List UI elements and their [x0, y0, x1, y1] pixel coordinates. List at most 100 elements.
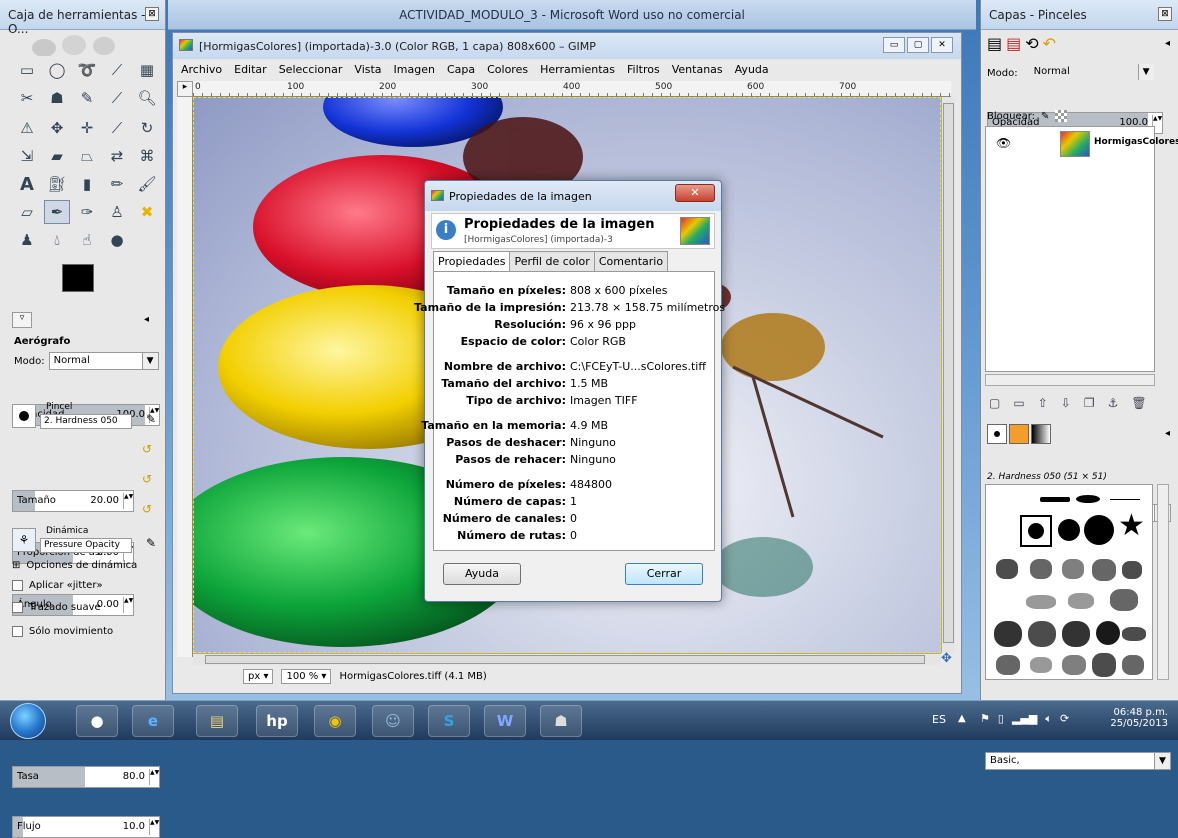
measure-icon[interactable]: ⚠︎ — [14, 116, 40, 140]
brush-item[interactable] — [1122, 627, 1146, 641]
motion-only-checkbox[interactable]: Sólo movimiento — [12, 626, 113, 637]
dialog-close-icon[interactable]: ✕ — [675, 184, 715, 202]
brush-preview[interactable] — [12, 404, 36, 428]
angle-spinner[interactable]: ▲▼ — [123, 597, 133, 613]
blur-icon[interactable]: 💧︎ — [44, 228, 70, 252]
size-spinner[interactable]: ▲▼ — [123, 493, 133, 509]
perspective-clone-icon[interactable]: ♟ — [14, 228, 40, 252]
brush-item[interactable] — [1110, 499, 1140, 500]
bucket-fill-icon[interactable]: ⛽︎ — [44, 172, 70, 196]
color-select-icon[interactable]: ▦ — [134, 58, 160, 82]
chrome-icon[interactable]: ◉ — [314, 705, 356, 737]
start-button[interactable] — [10, 703, 46, 739]
tab-propiedades[interactable]: Propiedades — [433, 251, 511, 272]
tab-perfil-de-color[interactable]: Perfil de color — [509, 251, 595, 272]
selected-brush-item[interactable] — [1020, 515, 1052, 547]
smooth-box[interactable] — [12, 602, 23, 613]
jitter-box[interactable] — [12, 580, 23, 591]
rate-spinner[interactable]: ▲▼ — [149, 769, 159, 785]
layer-list-scrollbar[interactable] — [985, 374, 1155, 386]
rotate-icon[interactable]: ↻ — [134, 116, 160, 140]
jitter-checkbox[interactable]: Aplicar «jitter» — [12, 580, 103, 591]
brush-item[interactable] — [1092, 653, 1116, 677]
paths-tab-icon[interactable]: ⟲ — [1025, 34, 1038, 53]
dynamics-field[interactable]: Pressure Opacity — [40, 538, 132, 553]
unit-select[interactable]: px ▾ — [243, 669, 274, 684]
free-select-icon[interactable]: ➰ — [74, 58, 100, 82]
clone-icon[interactable]: ♙ — [104, 200, 130, 224]
sync-icon[interactable]: ⟳ — [1060, 712, 1069, 726]
lock-pixels-icon[interactable]: ✎ — [1041, 111, 1049, 122]
undo-tab-icon[interactable]: ↶ — [1043, 34, 1056, 53]
menu-ayuda[interactable]: Ayuda — [735, 63, 769, 76]
edit-brush-icon[interactable]: ✎ — [146, 412, 156, 426]
perspective-icon[interactable]: ⏢ — [74, 144, 100, 168]
reset-angle-icon[interactable]: ↺ — [142, 502, 152, 516]
dynamics-options-expander[interactable]: ⊞ Opciones de dinámica — [12, 560, 137, 571]
brushes-menu-icon[interactable]: ◂ — [1165, 428, 1170, 439]
fuzzy-select-icon[interactable]: ⟋ — [104, 58, 130, 82]
gradients-tab-icon[interactable] — [1031, 424, 1051, 444]
word-icon[interactable]: W — [484, 705, 526, 737]
vertical-scrollbar[interactable] — [941, 97, 955, 653]
layer-name[interactable]: HormigasColores.t — [1094, 137, 1178, 147]
media-center-icon[interactable]: ● — [76, 705, 118, 737]
brush-item[interactable] — [1092, 559, 1116, 581]
menu-ventanas[interactable]: Ventanas — [672, 63, 723, 76]
ink-icon[interactable]: ✑ — [74, 200, 100, 224]
dynamics-icon[interactable]: ⚘ — [12, 528, 36, 552]
size-slider[interactable]: Tamaño 20.00 ▲▼ — [12, 490, 134, 512]
battery-icon[interactable]: ▯ — [998, 712, 1004, 726]
channels-tab-icon[interactable]: ▤ — [1006, 34, 1021, 53]
layer-mode-select[interactable]: Normal ▼ — [1030, 64, 1154, 82]
maximize-icon[interactable]: ▢ — [907, 37, 929, 53]
menu-colores[interactable]: Colores — [487, 63, 528, 76]
brush-item[interactable] — [1122, 561, 1142, 579]
move-icon[interactable]: ✥ — [44, 116, 70, 140]
brush-grid-scrollbar[interactable] — [1157, 484, 1169, 680]
smooth-checkbox[interactable]: Trazado suave — [12, 602, 101, 613]
new-layer-icon[interactable]: ▢ — [989, 396, 1000, 410]
brush-item[interactable] — [1084, 515, 1114, 545]
color-swatches[interactable] — [60, 264, 108, 302]
brush-grid[interactable]: ★ — [985, 484, 1153, 680]
brush-preset-select[interactable]: Basic, ▼ — [985, 752, 1171, 770]
lower-layer-icon[interactable]: ⇩ — [1061, 396, 1071, 410]
brush-item[interactable] — [1040, 497, 1070, 502]
flip-icon[interactable]: ⇄ — [104, 144, 130, 168]
navigate-icon[interactable]: ✥ — [941, 651, 952, 666]
show-hidden-icons-icon[interactable]: ▲ — [958, 713, 966, 724]
reset-aspect-icon[interactable]: ↺ — [142, 472, 152, 486]
align-icon[interactable]: ✛ — [74, 116, 100, 140]
text-tool-icon[interactable]: A — [14, 172, 40, 196]
duplicate-layer-icon[interactable]: ❐ — [1084, 396, 1095, 410]
brush-item[interactable] — [1062, 655, 1086, 675]
messenger-icon[interactable]: ☺ — [372, 705, 414, 737]
brush-name-field[interactable]: 2. Hardness 050 — [40, 414, 132, 429]
volume-icon[interactable]: 🔈︎ — [1045, 712, 1052, 726]
panel-menu-icon[interactable]: ◂ — [144, 314, 149, 325]
airbrush-icon[interactable]: ✒ — [44, 200, 70, 224]
delete-layer-icon[interactable]: 🗑︎ — [1131, 396, 1146, 410]
brush-item[interactable] — [1062, 559, 1084, 579]
language-indicator[interactable]: ES — [932, 713, 946, 726]
brush-item[interactable] — [1096, 621, 1120, 645]
zoom-select[interactable]: 100 % ▾ — [281, 669, 332, 684]
dock-menu-icon[interactable]: ◂ — [1165, 38, 1170, 49]
color-picker-icon[interactable]: ⟋ — [104, 86, 130, 110]
tool-options-tab-icon[interactable]: ▿ — [12, 312, 32, 328]
rect-select-icon[interactable]: ▭ — [14, 58, 40, 82]
menu-archivo[interactable]: Archivo — [181, 63, 222, 76]
layers-tab-icon[interactable]: ▤ — [987, 34, 1002, 53]
brush-item[interactable] — [1110, 589, 1138, 611]
internet-explorer-icon[interactable]: e — [132, 705, 174, 737]
edit-dynamics-icon[interactable]: ✎ — [146, 536, 156, 550]
menu-filtros[interactable]: Filtros — [627, 63, 660, 76]
smudge-icon[interactable]: ☝ — [74, 228, 100, 252]
horizontal-scroll-thumb[interactable] — [205, 655, 925, 664]
reset-size-icon[interactable]: ↺ — [142, 442, 152, 456]
motion-only-box[interactable] — [12, 626, 23, 637]
mode-select[interactable]: Normal ▼ — [48, 352, 159, 370]
brush-item[interactable] — [1028, 621, 1056, 647]
brush-item[interactable] — [996, 655, 1020, 675]
